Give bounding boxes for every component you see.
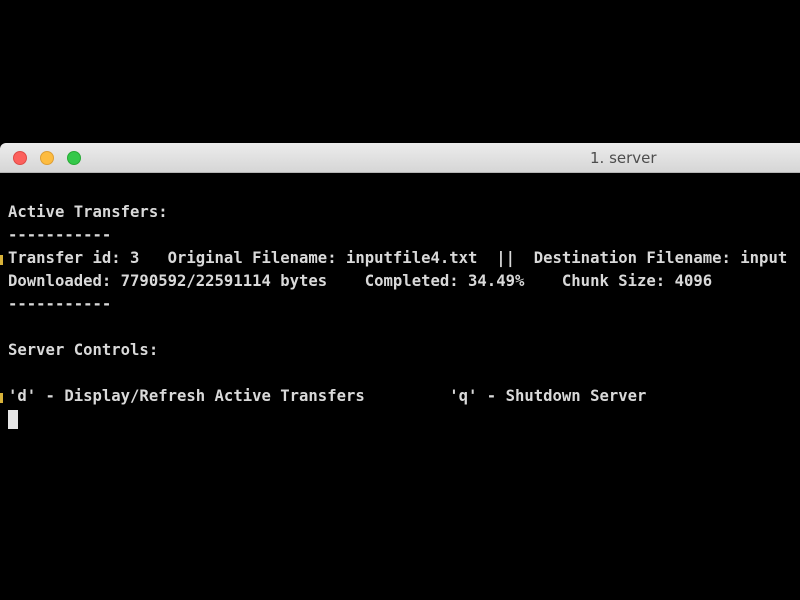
window-title: 1. server (590, 149, 657, 167)
terminal-cursor (8, 410, 18, 429)
separator-top: ----------- (8, 226, 112, 244)
download-progress-line: Downloaded: 7790592/22591114 bytes Compl… (8, 272, 713, 290)
server-controls-heading: Server Controls: (8, 341, 159, 359)
active-transfers-heading: Active Transfers: (8, 203, 168, 221)
line-mark-indicator (0, 393, 3, 403)
close-window-button[interactable] (13, 151, 27, 165)
transfer-info-line: Transfer id: 3 Original Filename: inputf… (8, 249, 788, 267)
separator-bottom: ----------- (8, 295, 112, 313)
line-mark-indicator (0, 255, 3, 265)
terminal-output[interactable]: Active Transfers: ----------- Transfer i… (0, 174, 800, 600)
zoom-window-button[interactable] (67, 151, 81, 165)
minimize-window-button[interactable] (40, 151, 54, 165)
window-titlebar[interactable]: 1. server (0, 143, 800, 173)
controls-help-line: 'd' - Display/Refresh Active Transfers '… (8, 387, 647, 405)
